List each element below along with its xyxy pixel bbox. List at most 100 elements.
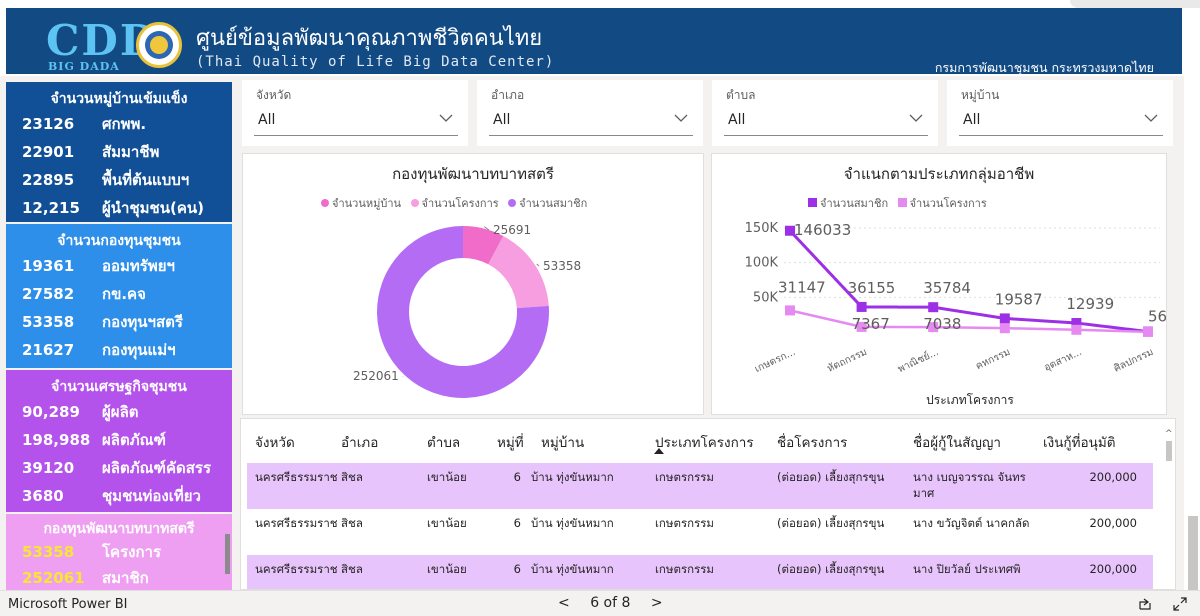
data-point[interactable] xyxy=(1071,324,1082,335)
slicer-label: ตำบล xyxy=(726,88,756,102)
cell-amount: 200,000 xyxy=(1089,516,1137,530)
cell-district: สิชล xyxy=(341,516,363,530)
data-point[interactable] xyxy=(999,313,1010,324)
legend-item[interactable]: จำนวนโครงการ xyxy=(422,197,499,210)
panel-scrollbar[interactable] xyxy=(225,534,230,574)
panel-row: 3680 ชุมชนท่องเที่ยว xyxy=(22,487,201,505)
project-table: จังหวัด อำเภอ ตำบล หมู่ที่ หมู่บ้าน ประเ… xyxy=(240,418,1176,590)
cell-province: นครศรีธรรมราช xyxy=(255,562,338,576)
data-label: 19587 xyxy=(995,290,1043,308)
donut-chart[interactable]: 25691 53358 252061 xyxy=(243,212,703,412)
column-header[interactable]: เงินกู้ที่อนุมัติ xyxy=(1043,431,1116,453)
chevron-down-icon xyxy=(1144,114,1158,122)
x-axis-title: ประเภทโครงการ xyxy=(926,393,1014,407)
legend-item[interactable]: จำนวนสมาชิก xyxy=(519,197,587,210)
cdd-logo-subtitle: BIG DADA xyxy=(48,60,120,73)
cell-amount: 200,000 xyxy=(1089,562,1137,576)
table-row[interactable]: นครศรีธรรมราช สิชล เขาน้อย 6 บ้าน ทุ่งขั… xyxy=(247,509,1153,555)
province-dropdown[interactable]: All xyxy=(254,106,458,136)
cell-province: นครศรีธรรมราช xyxy=(255,470,338,484)
legend-item[interactable]: จำนวนสมาชิก xyxy=(820,197,888,210)
cell-amount: 200,000 xyxy=(1089,470,1137,484)
column-header[interactable]: ชื่อผู้กู้ในสัญญา xyxy=(913,431,1001,453)
data-point[interactable] xyxy=(856,301,867,312)
column-header[interactable]: ชื่อโครงการ xyxy=(777,431,847,453)
scroll-thumb[interactable] xyxy=(1166,441,1172,461)
column-header[interactable]: จังหวัด xyxy=(255,431,295,453)
legend-item[interactable]: จำนวนโครงการ xyxy=(910,197,987,210)
cell-project: (ต่อยอด) เลี้ยงสุกรขุน xyxy=(777,562,885,576)
data-label: 12939 xyxy=(1066,295,1114,313)
table-scrollbar[interactable]: ^ xyxy=(1165,429,1173,584)
subdistrict-slicer[interactable]: ตำบล All xyxy=(712,80,938,146)
column-header[interactable]: หมู่ที่ xyxy=(497,431,524,453)
x-tick-label: หัตถกรรม xyxy=(826,347,869,375)
cell-borrower: นาง ขวัญจิตต์ นาคกลัด xyxy=(913,516,1030,530)
district-slicer[interactable]: อำเภอ All xyxy=(477,80,703,146)
table-row[interactable]: นครศรีธรรมราช สิชล เขาน้อย 6 บ้าน ทุ่งขั… xyxy=(247,555,1153,589)
x-tick-label: เกษตรก... xyxy=(753,347,797,375)
slicer-label: อำเภอ xyxy=(491,88,525,102)
fullscreen-icon[interactable] xyxy=(1172,596,1188,612)
page-scrollbar[interactable] xyxy=(1188,516,1198,596)
cell-moo: 6 xyxy=(513,516,521,530)
data-point[interactable] xyxy=(999,323,1010,334)
previous-page-button[interactable]: < xyxy=(558,595,570,611)
page-scroll-gutter xyxy=(1184,76,1200,596)
cell-type: เกษตรกรรม xyxy=(655,470,715,484)
data-label: 36155 xyxy=(848,279,896,297)
table-row[interactable]: นครศรีธรรมราช สิชล เขาน้อย 6 บ้าน ทุ่งขั… xyxy=(247,463,1153,509)
column-header[interactable]: อำเภอ xyxy=(341,431,378,453)
panel-row: 90,289 ผู้ผลิต xyxy=(22,403,139,421)
cell-province: นครศรีธรรมราช xyxy=(255,516,338,530)
top-tab-pill xyxy=(1070,0,1200,8)
village-slicer[interactable]: หมู่บ้าน All xyxy=(947,80,1173,146)
district-dropdown[interactable]: All xyxy=(489,106,693,136)
sort-ascending-icon xyxy=(654,448,664,454)
report-title: ศูนย์ข้อมูลพัฒนาคุณภาพชีวิตคนไทย xyxy=(196,26,543,51)
next-page-button[interactable]: > xyxy=(651,595,663,611)
cell-subdistrict: เขาน้อย xyxy=(427,470,467,484)
data-point[interactable] xyxy=(928,302,939,313)
cell-project: (ต่อยอด) เลี้ยงสุกรขุน xyxy=(777,470,885,484)
column-header[interactable]: หมู่บ้าน xyxy=(541,431,584,453)
legend-swatch xyxy=(410,199,419,207)
data-label: 7367 xyxy=(852,315,890,333)
line-chart[interactable]: 50K 100K 150K 146033 36155 35784 19587 12939 56 3… xyxy=(712,212,1166,412)
panel-row: 27582 กข.คจ xyxy=(22,285,146,303)
donut-data-label: 53358 xyxy=(543,259,581,273)
x-tick-label: คหกรรม xyxy=(974,347,1012,372)
report-header: CDD BIG DADA ศูนย์ข้อมูลพัฒนาคุณภาพชีวิต… xyxy=(0,0,1200,76)
panel-row: 53358 กองทุนฯสตรี xyxy=(22,313,183,331)
leader-line xyxy=(536,263,540,267)
data-label: 146033 xyxy=(794,221,851,239)
y-tick-label: 50K xyxy=(753,290,779,305)
slicer-value: All xyxy=(493,112,511,128)
powerbi-brand[interactable]: Microsoft Power BI xyxy=(8,597,127,612)
panel-row: 39120 ผลิตภัณฑ์คัดสรร xyxy=(22,459,212,477)
slicer-label: จังหวัด xyxy=(256,88,292,102)
donut-data-label: 252061 xyxy=(353,369,399,383)
legend-swatch xyxy=(508,199,517,207)
subdistrict-dropdown[interactable]: All xyxy=(724,106,928,136)
legend-item[interactable]: จำนวนหมู่บ้าน xyxy=(332,197,401,210)
report-subtitle: (Thai Quality of Life Big Data Center) xyxy=(196,54,555,70)
organization-name: กรมการพัฒนาชุมชน กระทรวงมหาดไทย xyxy=(934,60,1154,75)
chart-title: จำแนกตามประเภทกลุ่มอาชีพ xyxy=(843,165,1035,183)
chevron-down-icon xyxy=(674,114,688,122)
scroll-up-icon[interactable]: ^ xyxy=(1165,429,1173,439)
legend-swatch xyxy=(808,198,817,207)
cell-type: เกษตรกรรม xyxy=(655,516,715,530)
data-point[interactable] xyxy=(1143,326,1153,337)
province-slicer[interactable]: จังหวัด All xyxy=(242,80,468,146)
panel-row: 12,215 ผู้นำชุมชน(คน) xyxy=(22,199,204,217)
data-point[interactable] xyxy=(785,305,795,316)
column-header[interactable]: ประเภทโครงการ xyxy=(655,431,754,453)
cell-moo: 6 xyxy=(513,562,521,576)
share-icon[interactable] xyxy=(1138,597,1154,611)
village-dropdown[interactable]: All xyxy=(959,106,1163,136)
panel-title: จำนวนเศรษฐกิจชุมชน xyxy=(51,379,187,395)
panel-row: 53358 โครงการ xyxy=(22,543,162,561)
column-header[interactable]: ตำบล xyxy=(427,431,460,453)
chevron-down-icon xyxy=(439,114,453,122)
